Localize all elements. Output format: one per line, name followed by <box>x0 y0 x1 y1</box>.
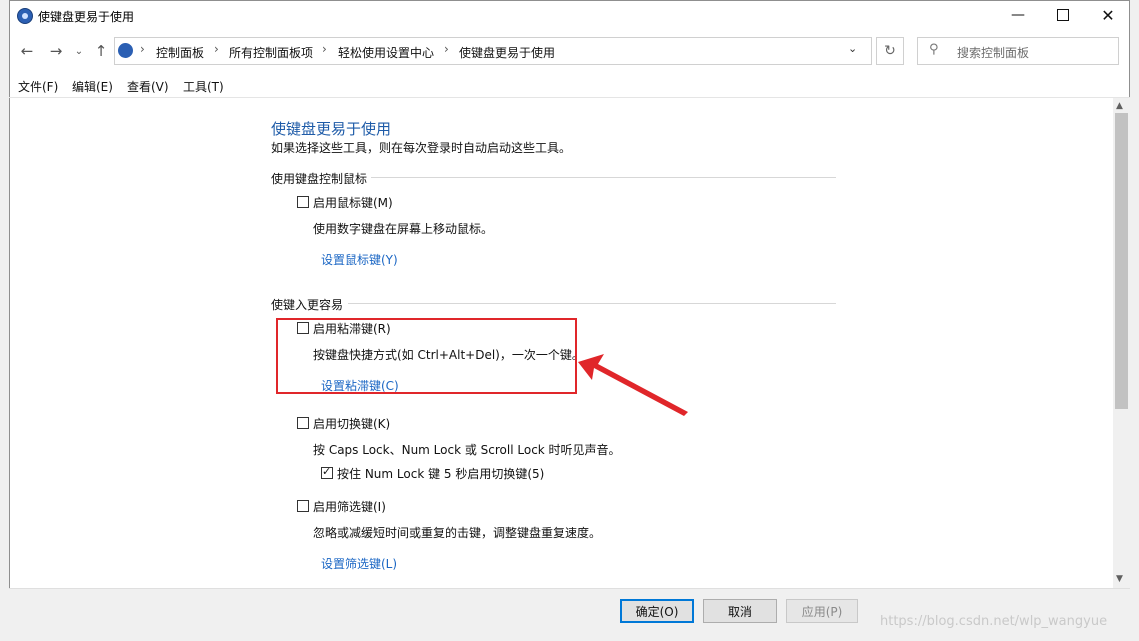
arrow-up-icon: ↑ <box>94 42 108 60</box>
num-lock-hold-label[interactable]: 按住 Num Lock 键 5 秒启用切换键(5) <box>337 465 544 482</box>
apply-button[interactable]: 应用(P) <box>786 599 858 623</box>
scroll-up-icon[interactable]: ▲ <box>1116 101 1123 111</box>
watermark: https://blog.csdn.net/wlp_wangyue <box>880 614 1108 629</box>
filter-keys-description: 忽略或减缓短时间或重复的击键，调整键盘重复速度。 <box>313 526 602 540</box>
breadcrumb-separator: › <box>214 42 219 56</box>
control-panel-icon <box>17 8 33 24</box>
arrow-left-icon: ← <box>20 42 34 60</box>
scrollbar-thumb[interactable] <box>1115 113 1128 409</box>
back-button[interactable]: ← <box>16 40 38 62</box>
menu-view[interactable]: 查看(V) <box>127 78 169 95</box>
toggle-keys-checkbox[interactable] <box>297 417 309 429</box>
ok-button[interactable]: 确定(O) <box>620 599 694 623</box>
annotation-arrow <box>578 354 688 416</box>
setup-mouse-keys-link[interactable]: 设置鼠标键(Y) <box>321 251 398 268</box>
breadcrumb-separator: › <box>444 42 449 56</box>
scroll-down-icon[interactable]: ▼ <box>1116 574 1123 584</box>
breadcrumb-separator: › <box>322 42 327 56</box>
minimize-icon: — <box>1011 7 1025 23</box>
refresh-icon: ↻ <box>884 43 896 59</box>
num-lock-hold-checkbox[interactable] <box>321 465 333 479</box>
menu-divider <box>9 97 1130 98</box>
page-subtitle: 如果选择这些工具，则在每次登录时自动启动这些工具。 <box>271 141 572 155</box>
address-dropdown-icon[interactable]: ⌄ <box>848 42 857 55</box>
recent-locations-button[interactable]: ⌄ <box>70 40 88 62</box>
arrow-right-icon: → <box>49 42 63 60</box>
close-icon: ✕ <box>1101 5 1115 25</box>
up-button[interactable]: ↑ <box>90 40 112 62</box>
setup-filter-keys-link[interactable]: 设置筛选键(L) <box>321 555 397 572</box>
section-divider <box>371 177 836 178</box>
menu-file[interactable]: 文件(F) <box>18 78 58 95</box>
arrow-icon <box>578 354 688 416</box>
background-window-right <box>1130 0 1139 641</box>
filter-keys-checkbox[interactable] <box>297 500 309 512</box>
window-title: 使键盘更易于使用 <box>38 10 135 24</box>
mouse-keys-description: 使用数字键盘在屏幕上移动鼠标。 <box>313 222 494 236</box>
menu-edit[interactable]: 编辑(E) <box>72 78 113 95</box>
breadcrumb-control-panel[interactable]: 控制面板 <box>156 44 204 61</box>
toggle-keys-label[interactable]: 启用切换键(K) <box>313 415 390 432</box>
section-heading-typing: 使键入更容易 <box>271 298 344 312</box>
breadcrumb-separator: › <box>140 42 145 56</box>
breadcrumb-all-items[interactable]: 所有控制面板项 <box>229 44 313 61</box>
maximize-icon <box>1057 9 1069 21</box>
minimize-button[interactable]: — <box>995 0 1041 30</box>
maximize-button[interactable] <box>1040 0 1086 30</box>
refresh-button[interactable]: ↻ <box>876 37 904 65</box>
page-title: 使键盘更易于使用 <box>271 120 392 138</box>
control-panel-icon <box>118 43 133 58</box>
chevron-down-icon: ⌄ <box>74 45 84 57</box>
cancel-button[interactable]: 取消 <box>703 599 777 623</box>
breadcrumb-ease-of-access[interactable]: 轻松使用设置中心 <box>338 44 434 61</box>
section-heading-mouse: 使用键盘控制鼠标 <box>271 172 368 186</box>
search-placeholder: 搜索控制面板 <box>957 46 1030 60</box>
mouse-keys-label[interactable]: 启用鼠标键(M) <box>313 194 393 211</box>
search-icon: ⚲ <box>929 42 939 57</box>
menu-tools[interactable]: 工具(T) <box>183 78 224 95</box>
forward-button[interactable]: → <box>45 40 67 62</box>
filter-keys-label[interactable]: 启用筛选键(I) <box>313 498 386 515</box>
mouse-keys-checkbox[interactable] <box>297 196 309 208</box>
section-divider <box>348 303 836 304</box>
close-button[interactable]: ✕ <box>1085 0 1131 30</box>
toggle-keys-description: 按 Caps Lock、Num Lock 或 Scroll Lock 时听见声音… <box>313 443 621 457</box>
breadcrumb-current[interactable]: 使键盘更易于使用 <box>459 44 555 61</box>
highlight-box <box>276 318 577 394</box>
